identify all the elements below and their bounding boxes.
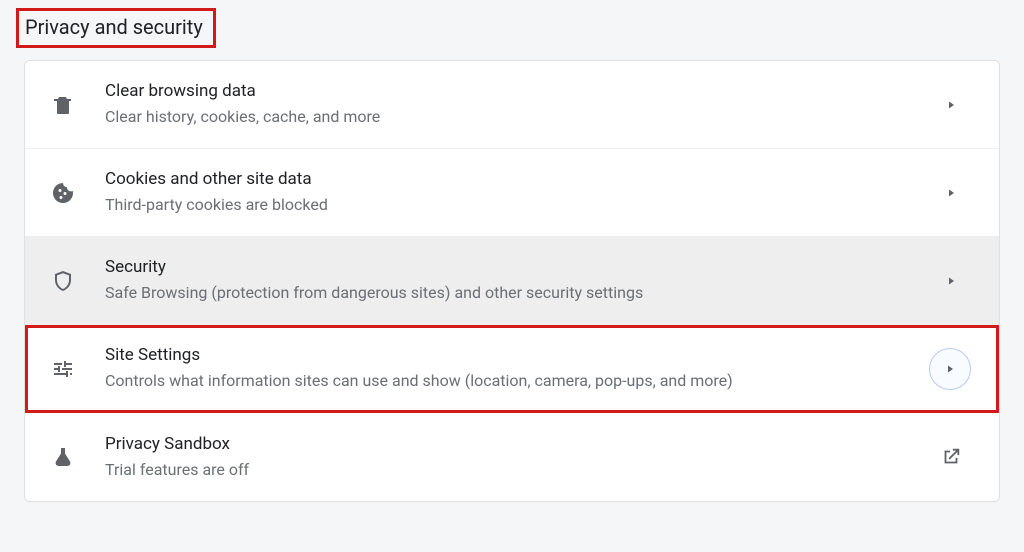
settings-card: Clear browsing data Clear history, cooki… bbox=[24, 60, 1000, 502]
row-cookies[interactable]: Cookies and other site data Third-party … bbox=[25, 149, 999, 237]
open-external-icon bbox=[931, 437, 971, 477]
chevron-right-icon bbox=[931, 85, 971, 125]
row-desc: Clear history, cookies, cache, and more bbox=[105, 106, 931, 128]
chevron-right-icon bbox=[931, 261, 971, 301]
sliders-icon bbox=[49, 355, 77, 383]
chevron-right-icon bbox=[929, 348, 971, 390]
flask-icon bbox=[49, 443, 77, 471]
row-text: Cookies and other site data Third-party … bbox=[105, 168, 931, 216]
row-text: Security Safe Browsing (protection from … bbox=[105, 256, 931, 304]
cookie-icon bbox=[49, 179, 77, 207]
row-desc: Safe Browsing (protection from dangerous… bbox=[105, 282, 931, 304]
trash-icon bbox=[49, 91, 77, 119]
row-text: Privacy Sandbox Trial features are off bbox=[105, 433, 931, 481]
row-site-settings[interactable]: Site Settings Controls what information … bbox=[25, 325, 999, 413]
section-title: Privacy and security bbox=[25, 15, 203, 39]
row-clear-browsing-data[interactable]: Clear browsing data Clear history, cooki… bbox=[25, 61, 999, 149]
row-text: Site Settings Controls what information … bbox=[105, 344, 929, 392]
row-title: Clear browsing data bbox=[105, 80, 931, 104]
row-privacy-sandbox[interactable]: Privacy Sandbox Trial features are off bbox=[25, 413, 999, 501]
chevron-right-icon bbox=[931, 173, 971, 213]
privacy-security-page: Privacy and security Clear browsing data… bbox=[0, 0, 1024, 522]
row-security[interactable]: Security Safe Browsing (protection from … bbox=[25, 237, 999, 325]
row-text: Clear browsing data Clear history, cooki… bbox=[105, 80, 931, 128]
row-desc: Trial features are off bbox=[105, 459, 931, 481]
row-title: Cookies and other site data bbox=[105, 168, 931, 192]
row-title: Site Settings bbox=[105, 344, 929, 368]
shield-icon bbox=[49, 267, 77, 295]
section-title-highlight: Privacy and security bbox=[16, 8, 216, 48]
row-desc: Third-party cookies are blocked bbox=[105, 194, 931, 216]
row-title: Privacy Sandbox bbox=[105, 433, 931, 457]
row-title: Security bbox=[105, 256, 931, 280]
row-desc: Controls what information sites can use … bbox=[105, 370, 929, 392]
